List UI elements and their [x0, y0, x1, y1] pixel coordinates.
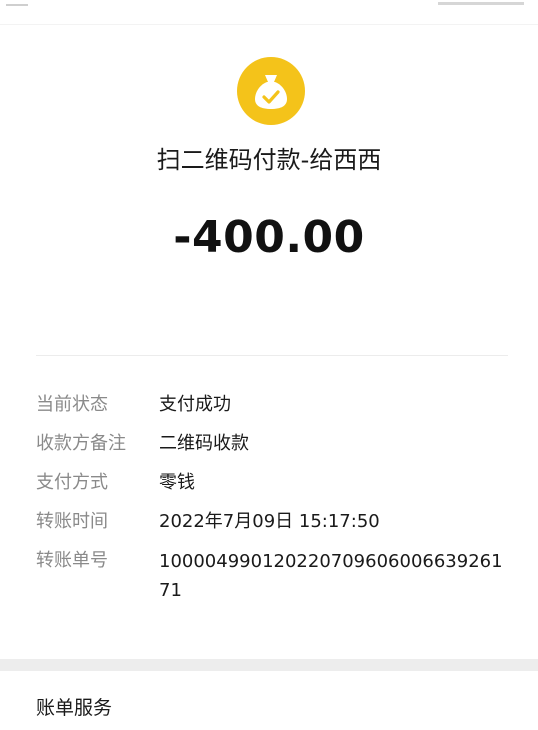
detail-label: 转账单号 — [36, 550, 108, 571]
payment-amount: -400.00 — [173, 212, 365, 263]
money-bag-check-icon — [237, 57, 305, 125]
merchant-title: 扫二维码付款-给西西 — [156, 146, 382, 174]
divider — [36, 355, 508, 356]
detail-label: 当前状态 — [36, 394, 108, 415]
detail-value: 支付成功 — [159, 394, 231, 415]
top-status-strip — [0, 0, 538, 25]
detail-label: 支付方式 — [36, 472, 108, 493]
detail-label: 收款方备注 — [36, 433, 126, 454]
section-separator — [0, 659, 538, 671]
bill-service-link[interactable]: 账单服务 — [36, 694, 112, 722]
transfer-number-value[interactable]: 100004990120220709606006639261 71 — [159, 547, 509, 605]
back-icon[interactable] — [6, 0, 28, 6]
detail-value: 二维码收款 — [159, 433, 249, 454]
detail-label: 转账时间 — [36, 511, 108, 532]
detail-value: 零钱 — [159, 472, 195, 493]
top-right-action[interactable] — [438, 0, 524, 5]
detail-value: 2022年7月09日 15:17:50 — [159, 511, 380, 532]
